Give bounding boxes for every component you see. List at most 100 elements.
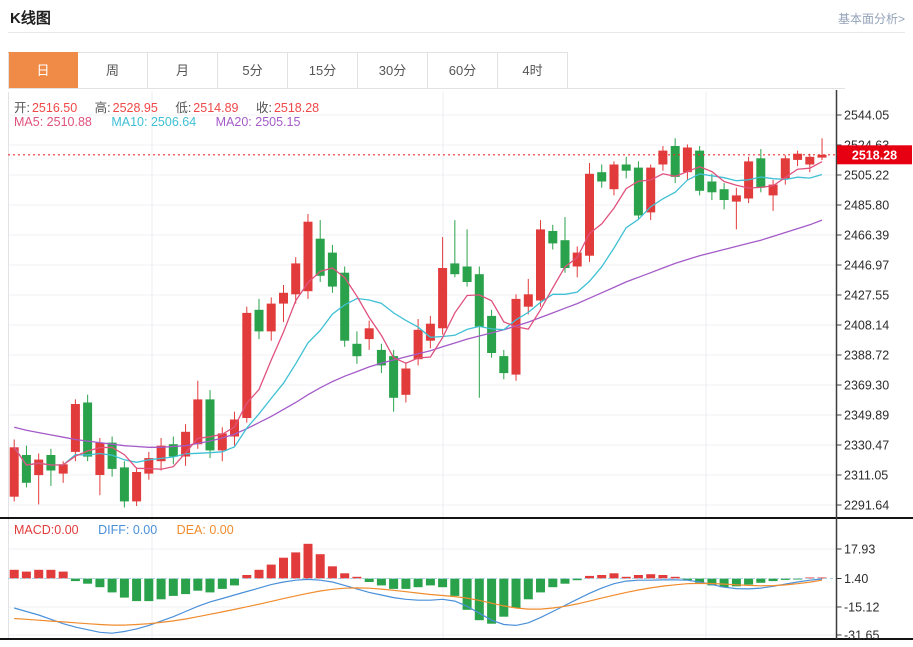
- diff-label: DIFF:: [98, 523, 129, 537]
- macd-bar: [377, 579, 386, 586]
- candle-body: [695, 151, 704, 191]
- macd-bar: [255, 570, 264, 579]
- macd-tick-label: 1.40: [844, 572, 868, 586]
- candle-body: [59, 464, 68, 473]
- macd-tick-label: 17.93: [844, 543, 875, 557]
- macd-bar: [316, 554, 325, 578]
- candle-body: [83, 403, 92, 457]
- ohlc-legend: 开:2516.50 高:2528.95 低:2514.89 收:2518.28: [14, 97, 333, 116]
- macd-bar: [426, 579, 435, 586]
- candle-body: [255, 310, 264, 332]
- candle-body: [206, 399, 215, 450]
- diff-value: 0.00: [133, 523, 157, 537]
- macd-bar: [658, 575, 667, 579]
- candle-body: [304, 222, 313, 292]
- macd-bar: [548, 579, 557, 588]
- candle-body: [132, 472, 141, 501]
- tab-60min[interactable]: 60分: [428, 52, 498, 88]
- candle-body: [71, 404, 80, 452]
- candle-body: [365, 328, 374, 339]
- macd-bar: [83, 579, 92, 584]
- low-value: 2514.89: [193, 101, 238, 115]
- macd-bar: [22, 572, 31, 579]
- tab-month[interactable]: 月: [148, 52, 218, 88]
- macd-bar: [267, 565, 276, 579]
- macd-bar: [438, 579, 447, 588]
- header: K线图 基本面分析>: [8, 0, 905, 33]
- candle-body: [622, 165, 631, 171]
- candle-body: [463, 267, 472, 283]
- ma10-value: 2506.64: [151, 115, 196, 129]
- macd-bar: [279, 558, 288, 579]
- candle-body: [512, 299, 521, 375]
- macd-bar: [646, 574, 655, 578]
- macd-bar: [524, 579, 533, 600]
- macd-bar: [291, 552, 300, 578]
- macd-bar: [450, 579, 459, 596]
- candle-body: [438, 268, 447, 328]
- candle-body: [291, 263, 300, 294]
- macd-tick-label: -31.65: [844, 629, 879, 643]
- candle-body: [487, 316, 496, 353]
- macd-bar: [744, 579, 753, 585]
- price-tick-label: 2311.05: [844, 469, 888, 483]
- macd-bar: [499, 579, 508, 617]
- tab-4hour[interactable]: 4时: [498, 52, 568, 88]
- price-tick-label: 2408.14: [844, 319, 889, 333]
- high-label: 高:: [95, 101, 111, 115]
- macd-bar: [389, 579, 398, 589]
- candle-body: [267, 304, 276, 332]
- tab-30min[interactable]: 30分: [358, 52, 428, 88]
- y-axis: 2544.052524.632505.222485.802466.392446.…: [837, 90, 890, 643]
- candle-body: [756, 158, 765, 187]
- kline-panel: K线图 基本面分析> 日 周 月 5分 15分 30分 60分 4时 2544.…: [0, 0, 913, 647]
- candle-body: [450, 263, 459, 274]
- price-tick-label: 2369.30: [844, 379, 889, 393]
- fundamental-analysis-link[interactable]: 基本面分析>: [838, 10, 905, 27]
- tab-15min[interactable]: 15分: [288, 52, 358, 88]
- candle-body: [218, 433, 227, 450]
- candle-body: [401, 369, 410, 395]
- candle-body: [548, 231, 557, 243]
- tab-week[interactable]: 周: [78, 52, 148, 88]
- dea-label: DEA:: [177, 523, 206, 537]
- candles: [10, 138, 827, 507]
- tab-day[interactable]: 日: [8, 52, 78, 88]
- macd-bar: [365, 579, 374, 583]
- kline-chart-canvas[interactable]: 2544.052524.632505.222485.802466.392446.…: [0, 88, 913, 647]
- macd-bar: [414, 579, 423, 588]
- candle-body: [10, 447, 19, 496]
- ma5-label: MA5:: [14, 115, 43, 129]
- price-tick-label: 2544.05: [844, 109, 889, 123]
- candle-body: [707, 182, 716, 193]
- close-value: 2518.28: [274, 101, 319, 115]
- candle-body: [475, 274, 484, 327]
- macd-bar: [720, 579, 729, 588]
- macd-bar: [206, 579, 215, 593]
- macd-bar: [218, 579, 227, 589]
- dea-value: 0.00: [209, 523, 233, 537]
- macd-bar: [193, 579, 202, 591]
- ma-legend: MA5: 2510.88 MA10: 2506.64 MA20: 2505.15: [14, 115, 316, 129]
- tab-5min[interactable]: 5分: [218, 52, 288, 88]
- candle-body: [658, 151, 667, 165]
- macd-bar: [59, 572, 68, 579]
- macd-bar: [634, 575, 643, 579]
- macd-bar: [242, 575, 251, 579]
- macd-bar: [401, 579, 410, 589]
- price-tick-label: 2446.97: [844, 259, 889, 273]
- candle-body: [328, 253, 337, 287]
- candle-body: [34, 460, 43, 476]
- ma5-value: 2510.88: [47, 115, 92, 129]
- candle-body: [610, 165, 619, 190]
- candle-body: [634, 168, 643, 216]
- candle-body: [732, 195, 741, 201]
- ma20-value: 2505.15: [255, 115, 300, 129]
- macd-value: 0.00: [54, 523, 78, 537]
- macd-bar: [108, 579, 117, 593]
- macd-bar: [169, 579, 178, 596]
- macd-bar: [230, 579, 239, 586]
- ma5-line: [14, 162, 822, 470]
- macd-legend: MACD:0.00 DIFF: 0.00 DEA: 0.00: [14, 523, 250, 537]
- ma10-label: MA10:: [111, 115, 147, 129]
